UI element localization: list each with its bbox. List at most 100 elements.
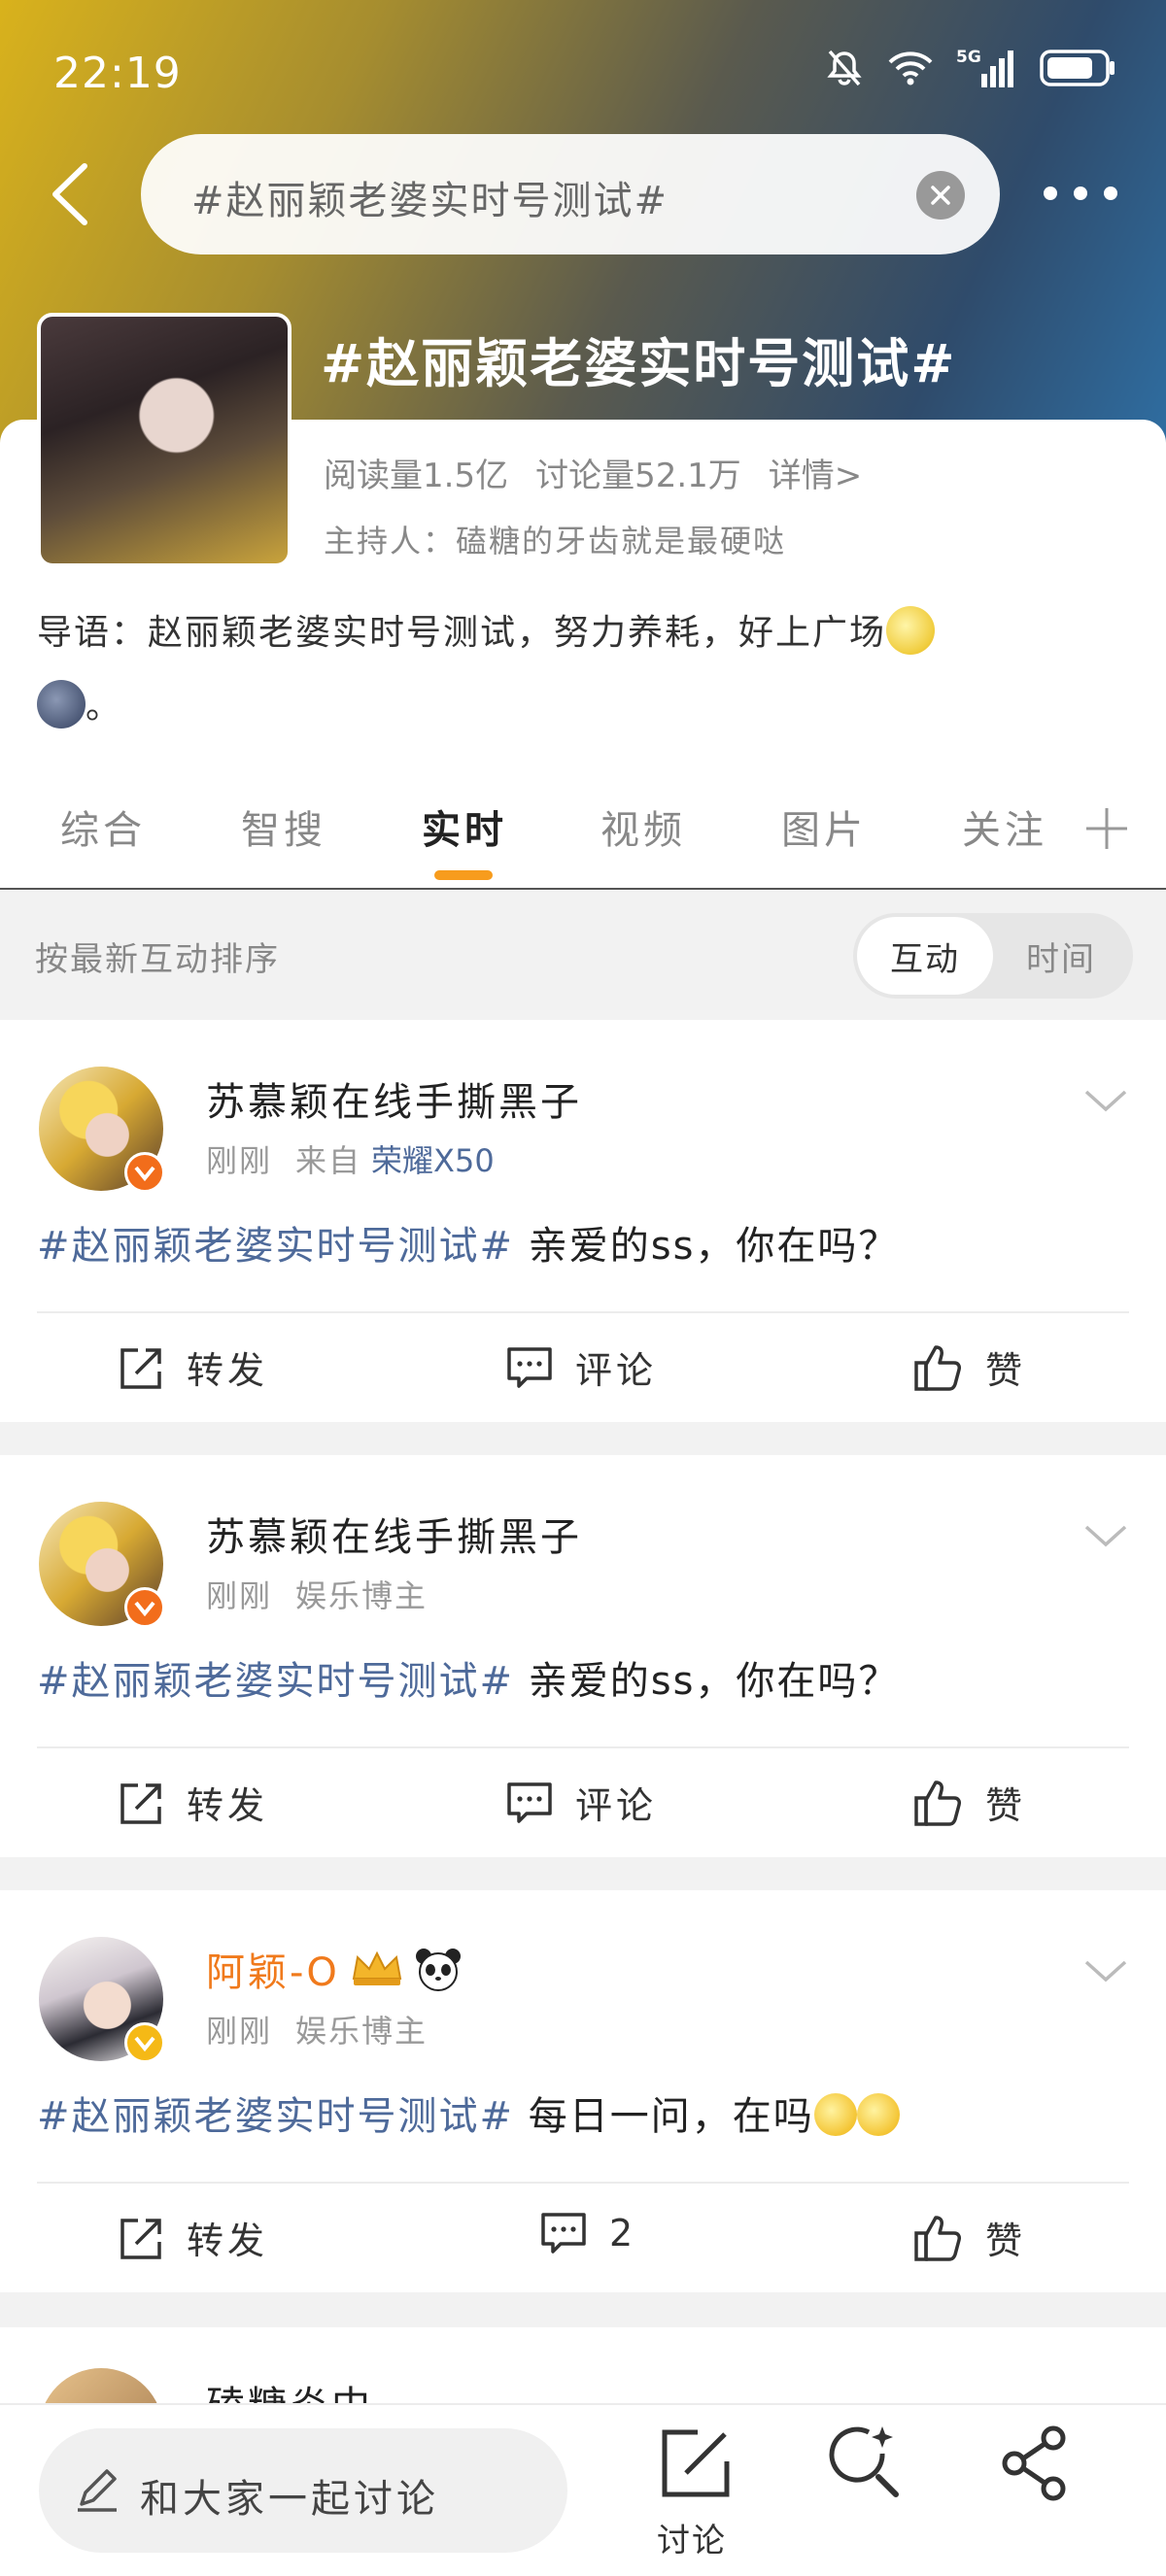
- post-text: #赵丽颖老婆实时号测试# 每日一问，在吗: [37, 2085, 900, 2141]
- mute-bell-icon: [827, 50, 862, 86]
- tab-bar: 综合 智搜 实时 视频 图片 关注: [0, 789, 1166, 890]
- moon-face-emoji-icon: [37, 680, 86, 729]
- post-text: #赵丽颖老婆实时号测试# 亲爱的ss，你在吗？: [37, 1214, 899, 1271]
- user-name[interactable]: 苏慕颖在线手撕黑子: [206, 1506, 582, 1562]
- more-dot: [1074, 186, 1087, 200]
- like-button[interactable]: 赞: [913, 1776, 1026, 1829]
- comment-button[interactable]: 2: [539, 2211, 636, 2255]
- source-device[interactable]: 荣耀X50: [371, 1142, 495, 1179]
- tab-realtime[interactable]: 实时: [422, 798, 507, 855]
- avatar[interactable]: [39, 1067, 165, 1193]
- comment-button[interactable]: 评论: [505, 1340, 657, 1394]
- post-text: #赵丽颖老婆实时号测试# 亲爱的ss，你在吗？: [37, 1649, 899, 1706]
- thumbs-up-icon: [914, 1344, 961, 1391]
- tab-smart-search[interactable]: 智搜: [241, 798, 326, 855]
- back-button[interactable]: [39, 159, 99, 229]
- discuss-button[interactable]: [657, 2424, 735, 2506]
- user-role: 娱乐博主: [295, 1577, 429, 1614]
- topic-stats: 阅读量1.5亿 讨论量52.1万 详情>: [324, 449, 889, 496]
- crown-icon: [352, 1950, 402, 1985]
- topic-host[interactable]: 主持人：磕糖的牙齿就是最硬哒: [324, 517, 786, 561]
- divider: [37, 1746, 1129, 1748]
- intro-text: 导语：赵丽颖老婆实时号测试，努力养耗，好上广场: [37, 613, 887, 653]
- topic-cover-image[interactable]: [37, 313, 292, 567]
- smart-search-button[interactable]: [826, 2424, 904, 2506]
- repost-icon: [120, 2218, 161, 2259]
- user-name-row[interactable]: 阿颖-O: [206, 1941, 463, 1997]
- comment-icon: [541, 2213, 586, 2254]
- status-bar: 22:19 5G: [0, 0, 1166, 146]
- post-meta: 刚刚 来自 荣耀X50: [206, 1136, 518, 1181]
- user-role: 娱乐博主: [295, 2013, 429, 2050]
- edit-square-icon: [662, 2429, 730, 2497]
- post-body: 每日一问，在吗: [514, 2094, 814, 2139]
- pencil-icon: [78, 2469, 117, 2512]
- status-icons: 5G: [824, 47, 1117, 89]
- compose-input[interactable]: 和大家一起讨论: [39, 2428, 567, 2553]
- repost-button[interactable]: 转发: [117, 2211, 268, 2264]
- compose-placeholder: 和大家一起讨论: [140, 2477, 439, 2522]
- read-count: 阅读量1.5亿: [324, 457, 509, 495]
- tab-comprehensive[interactable]: 综合: [60, 798, 146, 855]
- avatar[interactable]: [39, 1937, 165, 2063]
- post-card[interactable]: 苏慕颖在线手撕黑子 刚刚 娱乐博主 #赵丽颖老婆实时号测试# 亲爱的ss，你在吗？…: [0, 1455, 1166, 1857]
- panda-icon: [415, 1949, 461, 1991]
- sort-option-interaction[interactable]: 互动: [857, 917, 993, 995]
- verified-badge-icon: [124, 1152, 165, 1193]
- verified-badge-icon: [124, 2022, 165, 2063]
- post-meta: 刚刚 娱乐博主: [206, 2007, 451, 2051]
- repost-icon: [120, 1782, 161, 1824]
- topic-intro: 导语：赵丽颖老婆实时号测试，努力养耗，好上广场 。: [37, 596, 1135, 744]
- tab-following[interactable]: 关注: [962, 798, 1047, 855]
- discussion-count: 讨论量52.1万: [535, 457, 741, 495]
- like-button[interactable]: 赞: [913, 1340, 1026, 1394]
- share-icon: [1002, 2425, 1066, 2501]
- tab-images[interactable]: 图片: [781, 798, 867, 855]
- post-body: 亲爱的ss，你在吗？: [514, 1659, 900, 1704]
- user-name[interactable]: 苏慕颖在线手撕黑子: [206, 1070, 582, 1127]
- chevron-down-icon[interactable]: [1082, 1956, 1129, 1985]
- search-input[interactable]: #赵丽颖老婆实时号测试#: [141, 134, 1000, 254]
- discuss-label: 讨论: [657, 2522, 727, 2560]
- comment-button[interactable]: 评论: [505, 1776, 657, 1829]
- like-button[interactable]: 赞: [913, 2211, 1026, 2264]
- post-card[interactable]: 阿颖-O 刚刚 娱乐博主 #赵丽颖老婆实时号测试# 每日一问，在吗 转发 2 赞: [0, 1890, 1166, 2292]
- comment-label: 评论: [575, 1784, 658, 1827]
- repost-button[interactable]: 转发: [117, 1776, 268, 1829]
- topic-tag-link[interactable]: #赵丽颖老婆实时号测试#: [37, 1659, 514, 1704]
- signal-icon: 5G: [956, 48, 1013, 87]
- like-label: 赞: [985, 1784, 1027, 1827]
- more-dot: [1044, 186, 1057, 200]
- chevron-down-icon[interactable]: [1082, 1086, 1129, 1115]
- comment-label: 评论: [575, 1349, 658, 1392]
- sort-label: 按最新互动排序: [35, 940, 280, 979]
- more-options-button[interactable]: [1044, 181, 1117, 206]
- add-tab-icon[interactable]: [1084, 806, 1129, 851]
- sun-face-emoji-icon: [886, 606, 936, 655]
- sort-toggle[interactable]: 互动 时间: [853, 913, 1133, 999]
- bottom-bar: 和大家一起讨论 讨论: [0, 2403, 1166, 2576]
- avatar[interactable]: [39, 1502, 165, 1628]
- post-time: 刚刚: [206, 1142, 273, 1179]
- divider: [37, 1311, 1129, 1313]
- sort-bar: 按最新互动排序 互动 时间: [0, 892, 1166, 1020]
- status-time: 22:19: [53, 49, 182, 98]
- sort-option-time[interactable]: 时间: [993, 917, 1129, 995]
- clear-search-button[interactable]: [916, 171, 965, 220]
- share-button[interactable]: [997, 2424, 1075, 2506]
- tab-video[interactable]: 视频: [600, 798, 686, 855]
- details-link[interactable]: 详情>: [769, 457, 863, 495]
- post-card[interactable]: 苏慕颖在线手撕黑子 刚刚 来自 荣耀X50 #赵丽颖老婆实时号测试# 亲爱的ss，你…: [0, 1020, 1166, 1422]
- topic-tag-link[interactable]: #赵丽颖老婆实时号测试#: [37, 1224, 514, 1269]
- chevron-down-icon[interactable]: [1082, 1521, 1129, 1550]
- close-icon: [931, 186, 950, 205]
- post-meta: 刚刚 娱乐博主: [206, 1572, 451, 1616]
- comment-icon: [507, 1346, 552, 1388]
- user-name[interactable]: 阿颖-O: [206, 1941, 340, 1997]
- repost-label: 转发: [187, 1349, 269, 1392]
- repost-button[interactable]: 转发: [117, 1340, 268, 1394]
- topic-tag-link[interactable]: #赵丽颖老婆实时号测试#: [37, 2094, 514, 2139]
- more-dot: [1104, 186, 1117, 200]
- like-label: 赞: [985, 2220, 1027, 2262]
- comment-count: 2: [609, 2212, 637, 2254]
